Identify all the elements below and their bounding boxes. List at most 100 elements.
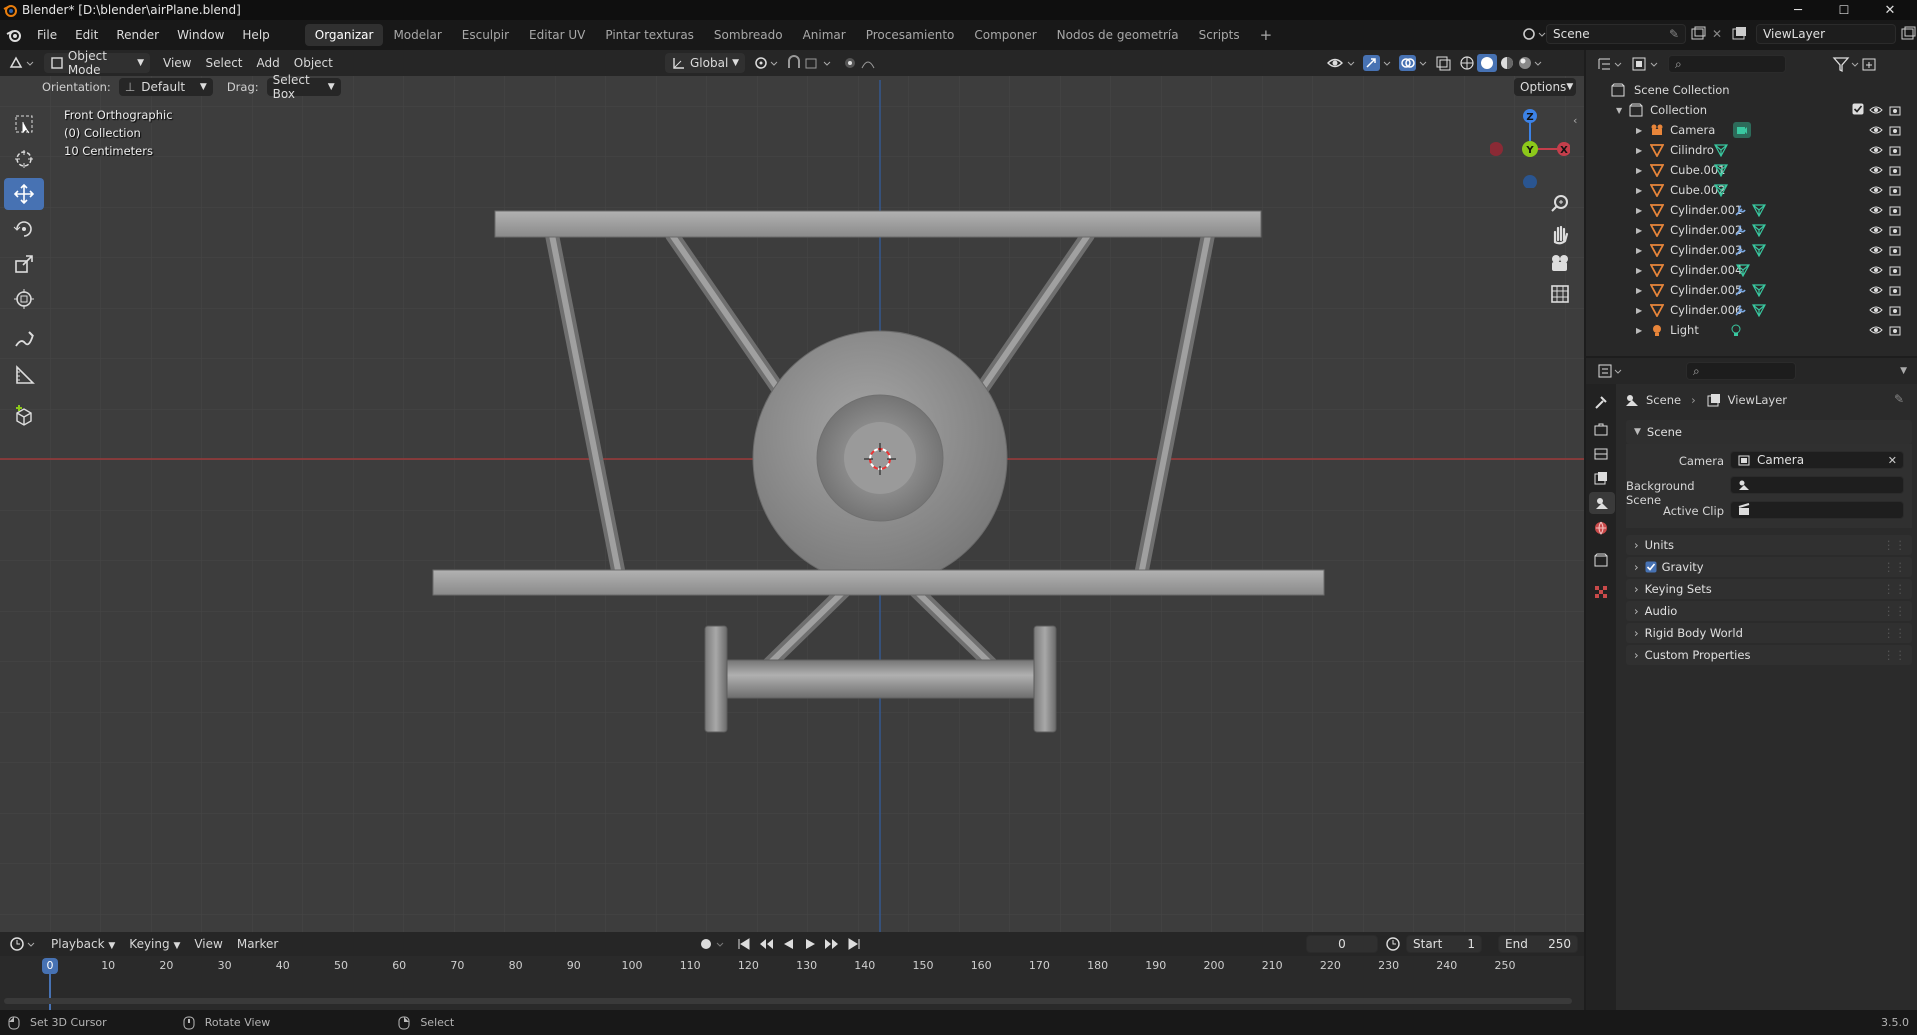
pin-icon[interactable]: ✎ — [1894, 392, 1904, 406]
cursor-tool[interactable] — [4, 143, 44, 175]
scene-field[interactable]: Scene ✎ — [1546, 24, 1686, 44]
render-camera-icon[interactable] — [1888, 243, 1902, 257]
tool-tab-icon[interactable] — [1593, 394, 1609, 410]
checkbox-icon[interactable] — [1852, 103, 1864, 115]
eye-icon[interactable] — [1869, 103, 1883, 117]
mesh-data-icon[interactable] — [1714, 163, 1728, 177]
render-camera-icon[interactable] — [1888, 223, 1902, 237]
chevron-down-icon[interactable]: ▼ — [1900, 366, 1907, 376]
outliner-item[interactable]: ▶ Cylinder.002 — [1586, 220, 1917, 240]
modifier-wrench-icon[interactable] — [1734, 203, 1748, 217]
select-box-tool[interactable] — [4, 108, 44, 140]
outliner-collection[interactable]: ▼ Collection — [1586, 100, 1917, 120]
eye-icon[interactable] — [1869, 163, 1883, 177]
outliner-editor-icon[interactable] — [1596, 55, 1624, 73]
chevron-right-icon[interactable]: ▶ — [1636, 326, 1642, 335]
mesh-data-icon[interactable] — [1714, 183, 1728, 197]
proportional-editing-icon[interactable] — [842, 54, 890, 72]
maximize-button[interactable]: ☐ — [1821, 0, 1867, 20]
timeline-menu-keying[interactable]: Keying ▼ — [122, 937, 187, 951]
scene-selector-icon[interactable] — [1520, 24, 1546, 44]
mesh-data-icon[interactable] — [1752, 203, 1766, 217]
end-frame-field[interactable]: End 250 — [1498, 935, 1578, 953]
chevron-right-icon[interactable]: ▶ — [1636, 146, 1642, 155]
drag-handle-icon[interactable]: ⋮⋮ — [1883, 538, 1906, 552]
outliner-item[interactable]: ▶ Cube.002 — [1586, 180, 1917, 200]
render-tab-icon[interactable] — [1593, 422, 1609, 438]
eye-icon[interactable] — [1869, 123, 1883, 137]
eye-icon[interactable] — [1869, 183, 1883, 197]
modifier-wrench-icon[interactable] — [1734, 223, 1748, 237]
outliner-scene-collection[interactable]: Scene Collection — [1586, 80, 1917, 100]
viewport-menu-add[interactable]: Add — [250, 56, 287, 70]
filter-icon[interactable] — [1832, 55, 1860, 73]
panel-rigid-body-world[interactable]: › Rigid Body World ⋮⋮ — [1626, 623, 1912, 643]
transform-orientation-dropdown[interactable]: Global ▼ — [665, 53, 745, 73]
timeline-menu-marker[interactable]: Marker — [230, 937, 285, 951]
chevron-right-icon[interactable]: ▶ — [1636, 286, 1642, 295]
jump-end-icon[interactable] — [845, 935, 863, 953]
outliner-item[interactable]: ▶ Cylinder.001 — [1586, 200, 1917, 220]
render-camera-icon[interactable] — [1888, 123, 1902, 137]
outliner-item[interactable]: ▶ Cylinder.005 — [1586, 280, 1917, 300]
menu-edit[interactable]: Edit — [66, 20, 107, 50]
eye-icon[interactable] — [1869, 263, 1883, 277]
tab-sombreado[interactable]: Sombreado — [704, 24, 793, 46]
playhead-line[interactable] — [49, 974, 51, 1010]
new-scene-icon[interactable] — [1688, 24, 1708, 44]
add-workspace-button[interactable]: + — [1250, 24, 1283, 46]
panel-audio[interactable]: › Audio ⋮⋮ — [1626, 601, 1912, 621]
new-collection-icon[interactable] — [1860, 55, 1878, 73]
blender-menu-icon[interactable] — [6, 27, 22, 43]
chevron-right-icon[interactable]: ▶ — [1636, 306, 1642, 315]
scene-tab[interactable] — [1589, 492, 1615, 514]
orientation-dropdown[interactable]: ⊥ Default ▼ — [118, 78, 213, 96]
drag-dropdown[interactable]: Select Box ▼ — [266, 73, 341, 101]
viewport-menu-select[interactable]: Select — [198, 56, 249, 70]
shading-modes[interactable] — [1458, 54, 1542, 72]
clear-camera-icon[interactable]: ✕ — [1888, 454, 1897, 467]
mesh-data-icon[interactable] — [1736, 263, 1750, 277]
tab-animar[interactable]: Animar — [793, 24, 856, 46]
ortho-grid-icon[interactable] — [1546, 280, 1574, 308]
display-mode-icon[interactable] — [1630, 55, 1660, 73]
drag-handle-icon[interactable]: ⋮⋮ — [1883, 582, 1906, 596]
viewport-menu-object[interactable]: Object — [287, 56, 340, 70]
outliner-item[interactable]: ▶ Camera — [1586, 120, 1917, 140]
viewport-menu-view[interactable]: View — [156, 56, 198, 70]
sidebar-toggle-icon[interactable]: ‹ — [1573, 114, 1577, 127]
drag-handle-icon[interactable]: ⋮⋮ — [1883, 648, 1906, 662]
timeline-menu-view[interactable]: View — [187, 937, 229, 951]
tab-pintar-texturas[interactable]: Pintar texturas — [595, 24, 704, 46]
eye-icon[interactable] — [1869, 303, 1883, 317]
menu-window[interactable]: Window — [168, 20, 233, 50]
collection-tab-icon[interactable] — [1593, 552, 1609, 568]
outliner-item[interactable]: ▶ Cilindro — [1586, 140, 1917, 160]
tab-modelar[interactable]: Modelar — [383, 24, 451, 46]
background-scene-field[interactable] — [1730, 476, 1904, 494]
menu-render[interactable]: Render — [107, 20, 168, 50]
viewport-canvas[interactable] — [0, 50, 1584, 932]
chevron-right-icon[interactable]: ▶ — [1636, 166, 1642, 175]
timeline-scrollbar[interactable] — [4, 998, 1572, 1004]
panel-custom-properties[interactable]: › Custom Properties ⋮⋮ — [1626, 645, 1912, 665]
outliner-item[interactable]: ▶ Cylinder.003 — [1586, 240, 1917, 260]
tab-organizar[interactable]: Organizar — [304, 24, 384, 46]
chevron-right-icon[interactable]: ▶ — [1636, 206, 1642, 215]
render-camera-icon[interactable] — [1888, 163, 1902, 177]
mode-dropdown[interactable]: Object Mode ▼ — [44, 49, 150, 77]
drag-handle-icon[interactable]: ⋮⋮ — [1883, 560, 1906, 574]
outliner-item[interactable]: ▶ Cylinder.006 — [1586, 300, 1917, 320]
rotate-tool[interactable] — [4, 213, 44, 245]
outliner-item[interactable]: ▶ Light — [1586, 320, 1917, 340]
gizmo-toggle-icon[interactable] — [1362, 54, 1392, 72]
3d-viewport[interactable]: Front Orthographic (0) Collection 10 Cen… — [0, 50, 1584, 932]
prev-keyframe-icon[interactable] — [757, 935, 775, 953]
camera-field[interactable]: Camera ✕ — [1730, 451, 1904, 469]
autokey-record-icon[interactable] — [697, 935, 731, 953]
close-button[interactable]: ✕ — [1867, 0, 1913, 20]
current-frame-field[interactable]: 0 — [1306, 935, 1378, 953]
navigation-gizmo[interactable]: Z X Y — [1490, 108, 1570, 188]
eye-icon[interactable] — [1869, 283, 1883, 297]
transform-tool[interactable] — [4, 283, 44, 315]
